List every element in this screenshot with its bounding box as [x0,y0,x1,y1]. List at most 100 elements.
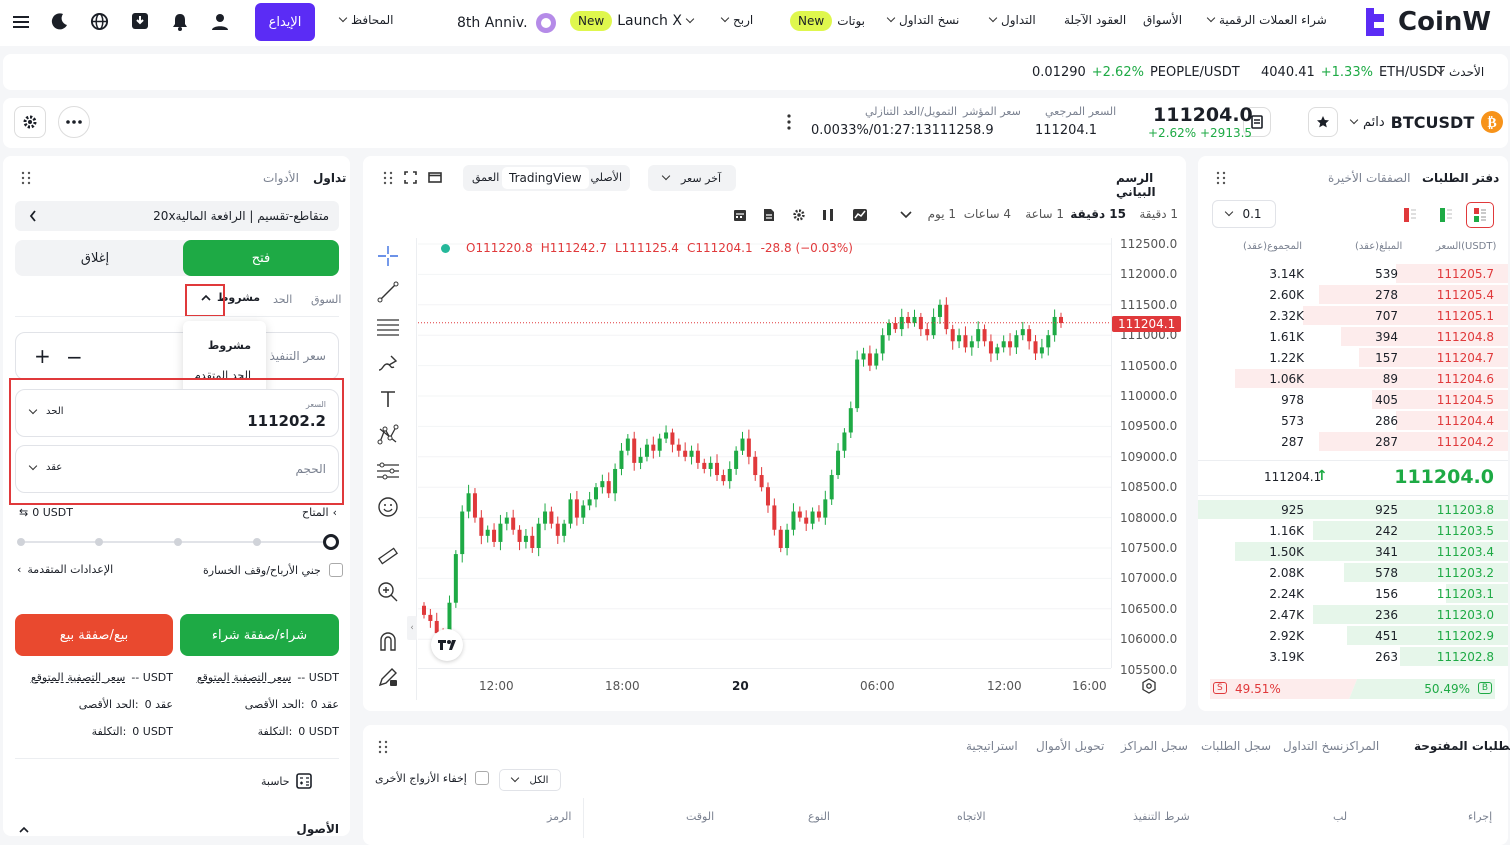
dropdown-option-conditional[interactable]: مشروط [208,339,251,352]
buy-long-button[interactable]: شراء/صفقة شراء [180,614,339,656]
user-icon[interactable] [211,13,229,31]
calculator-link[interactable]: حاسبة [261,773,312,789]
tab-recent-trades[interactable]: الصفقات الأخيرة [1328,171,1410,185]
nav-launchx[interactable]: Launch X New [570,11,695,31]
order-type-market[interactable]: السوق [311,293,341,306]
interval-1m[interactable]: 1 دقيقة [1139,207,1178,221]
tab-order-history[interactable]: سجل الطلبات [1201,739,1271,753]
settings-button[interactable] [14,106,46,138]
view-original[interactable]: الأصلي [591,171,622,184]
bid-row[interactable]: 111202.8 263 3.19K [1198,646,1508,667]
nav-futures[interactable]: العقود الآجلة [1064,13,1126,27]
slider-handle[interactable] [323,534,339,550]
favorite-star-button[interactable] [1308,107,1338,137]
fib-tool[interactable] [375,314,401,340]
magnet-tool[interactable] [375,628,401,654]
axis-settings-icon[interactable] [1141,678,1157,694]
drag-handle-icon[interactable] [378,740,388,754]
size-field[interactable]: الحجم عقد [15,445,339,493]
ask-row[interactable]: 111204.8 394 1.61K [1198,326,1508,347]
nav-wallets[interactable]: المحافظ [338,13,393,27]
nav-trade[interactable]: التداول [988,13,1036,27]
download-app-icon[interactable] [131,12,149,30]
bid-row[interactable]: 111203.1 156 2.24K [1198,583,1508,604]
hide-other-pairs[interactable]: إخفاء الأزواج الأخرى [375,771,489,785]
bid-row[interactable]: 111203.0 236 2.47K [1198,604,1508,625]
price-unit-selector[interactable]: الحد [28,405,64,417]
trendline-tool[interactable] [375,279,401,305]
nav-bots[interactable]: بوتات New [790,11,865,31]
view-asks-button[interactable] [1396,202,1424,228]
open-tab[interactable]: فتح [183,240,339,276]
collapse-toolbar-handle[interactable]: ‹ [407,616,417,640]
nav-copy-trading[interactable]: نسخ التداول [886,13,959,27]
bid-row[interactable]: 111203.8 925 925 [1198,499,1508,520]
candle-style-icon[interactable] [852,208,868,222]
ticker-eth[interactable]: 4040.41 +1.33% ETH/USDT [1261,65,1445,80]
precision-selector[interactable]: 0.1 [1212,200,1276,228]
fullscreen-icon[interactable] [404,171,417,184]
ask-row[interactable]: 111204.2 287 287 [1198,431,1508,452]
tab-position-history[interactable]: سجل المراكز [1121,739,1188,753]
minus-icon[interactable]: − [66,345,83,369]
zoom-tool[interactable] [375,579,401,605]
emoji-tool[interactable] [375,494,401,520]
bar-chart-icon[interactable] [821,208,835,222]
plus-icon[interactable]: + [34,344,51,368]
price-mode-selector[interactable]: آخر سعر [648,165,736,191]
pattern-tool[interactable] [375,422,401,448]
chevron-up-icon[interactable] [19,826,29,833]
view-depth[interactable]: العمق [472,171,499,184]
tab-orderbook[interactable]: دفتر الطلبات [1422,171,1499,185]
tab-copy-trading[interactable]: نسخ التداول [1283,739,1343,753]
dark-mode-icon[interactable] [51,12,69,30]
lock-drawing-tool[interactable] [375,664,401,690]
tab-trade[interactable]: تداول [313,171,346,185]
interval-15m[interactable]: 15 دقيقة [1070,207,1126,221]
tab-positions[interactable]: المراكز [1343,739,1379,753]
crosshair-tool[interactable] [375,243,401,269]
drag-handle-icon[interactable] [1216,171,1226,185]
tpsl-checkbox[interactable] [328,563,343,577]
sell-short-button[interactable]: بيع/صفقة بيع [15,614,173,656]
price-field[interactable]: السعر 111202.2 الحد [15,389,339,437]
size-unit-selector[interactable]: عقد [28,461,62,473]
nav-earn[interactable]: اربح [720,13,753,27]
close-tab[interactable]: إغلاق [15,240,175,276]
nav-markets[interactable]: الأسواق [1143,13,1182,27]
view-bids-button[interactable] [1432,202,1460,228]
interval-1d[interactable]: 1 يوم [928,207,956,221]
ruler-tool[interactable] [375,543,401,569]
filter-all-selector[interactable]: الكل [499,769,561,791]
more-options-button[interactable] [58,106,90,138]
ask-row[interactable]: 111205.1 707 2.32K [1198,305,1508,326]
bid-row[interactable]: 111203.4 341 1.50K [1198,541,1508,562]
tpsl-checkbox-row[interactable]: جني الأرباح/وقف الخسارة [203,563,343,577]
tab-open-orders[interactable]: الطلبات المفتوحة [1414,739,1510,753]
menu-icon[interactable] [12,14,30,30]
more-vertical-icon[interactable] [786,114,792,130]
interval-1h[interactable]: 1 ساعة [1025,207,1064,221]
tab-tools[interactable]: الأدوات [263,171,299,185]
calendar-icon[interactable] [733,208,747,222]
ask-row[interactable]: 111204.7 157 1.22K [1198,347,1508,368]
prediction-tool[interactable] [375,458,401,484]
order-type-limit[interactable]: الحد [273,293,292,306]
gear-icon[interactable] [792,208,806,222]
bid-row[interactable]: 111202.9 451 2.92K [1198,625,1508,646]
drag-handle-icon[interactable] [21,171,31,185]
transfer-icon[interactable]: ⇆ [19,506,28,519]
dropdown-option-advanced-limit[interactable]: الحد المتقدم [194,369,251,378]
nav-anniversary[interactable]: 8th Anniv. [457,11,559,35]
bell-icon[interactable] [171,13,189,31]
available-label[interactable]: المتاح ‹ [302,506,337,519]
brush-tool[interactable] [375,350,401,376]
hide-pairs-checkbox[interactable] [474,771,489,785]
bid-row[interactable]: 111203.2 578 2.08K [1198,562,1508,583]
exec-price-field[interactable]: سعر التنفيذ − + [15,332,339,380]
tradingview-logo[interactable] [431,629,463,661]
ask-row[interactable]: 111204.5 405 978 [1198,389,1508,410]
text-tool[interactable] [375,386,401,412]
view-tradingview[interactable]: TradingView [502,167,589,189]
tab-transfers[interactable]: تحويل الأموال [1036,739,1104,753]
